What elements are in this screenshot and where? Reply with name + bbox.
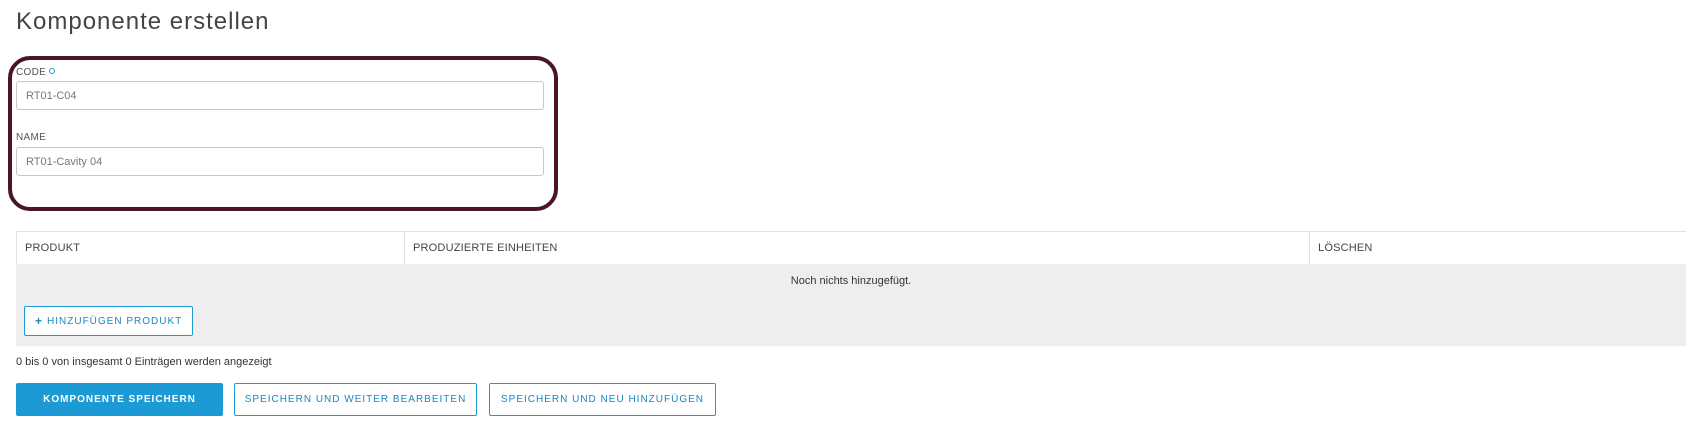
table-header: PRODUKT PRODUZIERTE EINHEITEN LÖSCHEN [16,231,1686,264]
save-component-button[interactable]: KOMPONENTE SPEICHERN [16,383,223,416]
page-title: Komponente erstellen [16,8,270,35]
code-field-label: CODE [16,67,56,78]
column-header-produkt[interactable]: PRODUKT [16,232,404,264]
code-label-text: CODE [16,67,47,78]
table-body: Noch nichts hinzugefügt. + HINZUFÜGEN PR… [16,264,1686,346]
products-table: PRODUKT PRODUZIERTE EINHEITEN LÖSCHEN No… [16,231,1686,346]
highlight-annotation-box [8,56,558,211]
add-product-label: HINZUFÜGEN PRODUKT [47,315,183,327]
plus-icon: + [35,314,44,328]
column-header-produzierte-einheiten[interactable]: PRODUZIERTE EINHEITEN [404,232,1309,264]
save-and-continue-button[interactable]: SPEICHERN UND WEITER BEARBEITEN [234,383,477,416]
name-input[interactable] [16,147,544,176]
save-and-add-new-button[interactable]: SPEICHERN UND NEU HINZUFÜGEN [489,383,716,416]
empty-table-message: Noch nichts hinzugefügt. [790,275,912,287]
table-count-info: 0 bis 0 von insgesamt 0 Einträgen werden… [16,356,272,368]
code-input[interactable] [16,81,544,110]
column-header-loeschen[interactable]: LÖSCHEN [1309,232,1686,264]
add-product-button[interactable]: + HINZUFÜGEN PRODUKT [24,306,194,336]
page: Komponente erstellen CODE NAME PRODUKT P… [0,0,1692,443]
required-indicator-icon [49,68,56,74]
name-field-label: NAME [16,132,47,143]
